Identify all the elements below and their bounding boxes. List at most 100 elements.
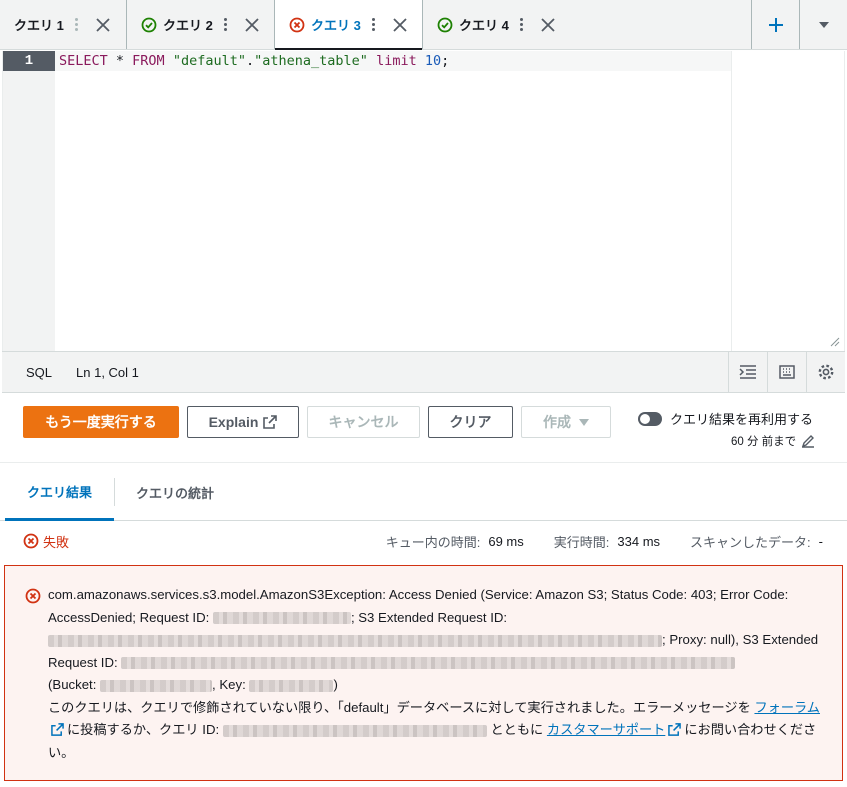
redacted-query-id (222, 724, 487, 737)
caret-down-icon (818, 21, 829, 28)
query-tab-bar: クエリ 1 クエリ 2 クエリ 3 クエリ 4 (0, 0, 847, 50)
tab-menu-icon[interactable] (517, 17, 527, 33)
explain-button[interactable]: Explain (187, 406, 299, 438)
stats-values: キュー内の時間: 69 ms 実行時間: 334 ms スキャンしたデータ: - (386, 522, 823, 560)
success-icon (141, 17, 157, 32)
bucket-prefix: (Bucket: (48, 677, 97, 692)
cancel-button[interactable]: キャンセル (307, 406, 420, 438)
tab-query-3[interactable]: クエリ 3 (275, 0, 423, 50)
sql-editor[interactable]: 1 SELECT * FROM "default"."athena_table"… (2, 51, 845, 351)
success-icon (437, 17, 453, 32)
redacted-extended-id (48, 634, 662, 647)
indent-icon (739, 365, 756, 379)
error-message: com.amazonaws.services.s3.model.AmazonS3… (48, 584, 828, 764)
tab-spacer (571, 0, 751, 49)
language-indicator: SQL (26, 364, 53, 380)
editor-gutter: 1 (3, 51, 55, 351)
exec-time-label: 実行時間: (553, 534, 610, 550)
print-margin (731, 51, 732, 351)
plus-icon (768, 17, 783, 32)
result-tabs: クエリ結果 クエリの統計 (0, 464, 847, 521)
editor-status-bar: SQL Ln 1, Col 1 (2, 351, 845, 393)
keyboard-shortcuts-button[interactable] (767, 352, 806, 392)
gear-icon (818, 364, 834, 380)
sql-space (368, 53, 376, 69)
error-guidance-text-2: に投稿するか、クエリ ID: (67, 722, 220, 737)
reuse-age-row: 60 分 前まで (731, 433, 815, 449)
tab-query-4[interactable]: クエリ 4 (423, 0, 571, 49)
error-ext-request-label: ; S3 Extended Request ID: (350, 609, 508, 625)
tab-query-2[interactable]: クエリ 2 (127, 0, 275, 49)
close-icon[interactable] (391, 16, 409, 34)
query-stats-row: 失敗 キュー内の時間: 69 ms 実行時間: 334 ms スキャンしたデータ… (0, 522, 847, 560)
cursor-position: Ln 1, Col 1 (76, 364, 139, 380)
redacted-extended-id (121, 657, 736, 670)
redacted-request-id (212, 612, 351, 625)
reuse-age-text: 60 分 前まで (731, 436, 797, 448)
sql-space (417, 53, 425, 69)
error-icon (289, 17, 305, 32)
external-link-icon (668, 723, 682, 736)
sql-dot: . (245, 53, 255, 69)
sql-string: "default" (172, 53, 246, 69)
tab-query-stats[interactable]: クエリの統計 (136, 464, 214, 521)
caret-down-icon (579, 418, 589, 426)
editor-settings-button[interactable] (806, 352, 845, 392)
sql-space (165, 53, 173, 69)
sql-code-line[interactable]: SELECT * FROM "default"."athena_table" l… (59, 51, 449, 71)
sql-number: 10 (424, 53, 442, 69)
bucket-suffix: ) (333, 677, 338, 692)
forum-link[interactable]: フォーラム (754, 700, 820, 715)
close-icon[interactable] (94, 16, 112, 34)
status-text: 失敗 (43, 534, 70, 550)
status-badge: 失敗 (23, 532, 69, 551)
tab-divider (114, 478, 115, 506)
edit-icon[interactable] (801, 434, 815, 448)
support-link[interactable]: カスタマーサポート (547, 722, 665, 737)
error-guidance-text: このクエリは、クエリで修飾されていない限り、「default」データベースに対し… (48, 699, 751, 715)
queue-time-value: 69 ms (488, 533, 524, 549)
tab-label: クエリ 4 (459, 18, 509, 33)
create-label: 作成 (543, 414, 571, 430)
tab-label: クエリ 3 (311, 18, 361, 33)
tab-query-results[interactable]: クエリ結果 (5, 464, 114, 521)
sql-keyword: limit (376, 53, 417, 69)
error-guidance-text-3: とともに (490, 722, 544, 737)
error-icon (23, 533, 39, 549)
sql-operator: * (107, 53, 133, 69)
sql-string: "athena_table" (254, 53, 368, 69)
error-alert: com.amazonaws.services.s3.model.AmazonS3… (4, 565, 843, 781)
data-scanned-label: スキャンしたデータ: (690, 534, 811, 550)
queue-time-label: キュー内の時間: (385, 534, 481, 550)
external-link-icon (51, 723, 64, 736)
sql-keyword: FROM (132, 53, 165, 69)
reuse-results-label: クエリ結果を再利用する (670, 412, 814, 427)
explain-label: Explain (208, 414, 259, 430)
format-query-button[interactable] (728, 352, 767, 392)
resize-handle-icon[interactable] (830, 337, 840, 347)
exec-time-value: 334 ms (617, 533, 661, 549)
create-dropdown-button[interactable]: 作成 (521, 406, 611, 438)
sql-keyword: SELECT (59, 53, 108, 69)
redacted-key (249, 679, 334, 692)
tab-overflow-button[interactable] (799, 0, 847, 49)
keyboard-icon (779, 365, 795, 379)
data-scanned-value: - (818, 533, 823, 549)
rerun-button[interactable]: もう一度実行する (23, 406, 179, 438)
tab-label: クエリ 2 (163, 18, 213, 33)
key-prefix: , Key: (212, 677, 246, 692)
query-actions: もう一度実行する Explain キャンセル クリア 作成 クエリ結果を再利用す… (0, 393, 847, 463)
tab-menu-icon[interactable] (221, 17, 231, 33)
sql-semicolon: ; (441, 53, 450, 69)
add-tab-button[interactable] (751, 0, 799, 49)
close-icon[interactable] (243, 16, 261, 34)
redacted-bucket (100, 679, 213, 692)
error-icon (25, 588, 41, 604)
close-icon[interactable] (539, 16, 557, 34)
clear-button[interactable]: クリア (428, 406, 513, 438)
tab-menu-icon[interactable] (72, 17, 82, 33)
reuse-results-toggle[interactable] (638, 411, 662, 426)
tab-query-1[interactable]: クエリ 1 (0, 0, 127, 49)
reuse-results-toggle-row[interactable]: クエリ結果を再利用する (638, 409, 813, 428)
tab-menu-icon[interactable] (369, 17, 379, 33)
